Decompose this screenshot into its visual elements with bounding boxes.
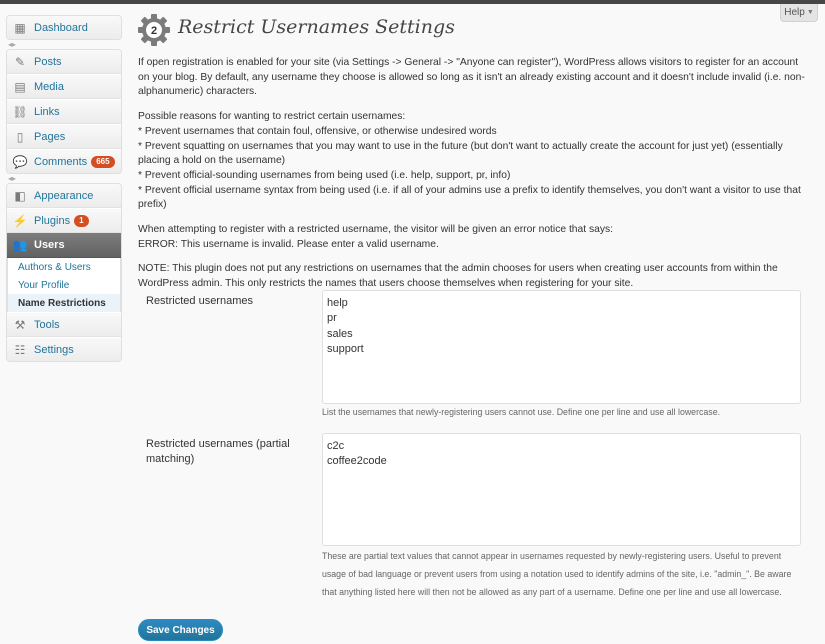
comments-count-badge: 665 xyxy=(91,155,115,168)
reason-item: * Prevent official-sounding usernames fr… xyxy=(138,169,511,181)
reason-item: * Prevent usernames that contain foul, o… xyxy=(138,125,497,137)
menu-label-links: Links xyxy=(34,105,60,118)
menu-label-comments: Comments xyxy=(34,155,88,168)
menu-label-appearance: Appearance xyxy=(34,189,94,202)
error-paragraph: When attempting to register with a restr… xyxy=(138,223,810,252)
menu-label-posts: Posts xyxy=(34,55,62,68)
error-intro: When attempting to register with a restr… xyxy=(138,224,614,236)
menu-item-media[interactable]: ▤ Media xyxy=(7,74,121,99)
settings-icon: ☷ xyxy=(14,342,26,357)
menu-item-links[interactable]: ⛓ Links xyxy=(7,99,121,124)
reason-item: * Prevent squatting on usernames that yo… xyxy=(138,140,783,167)
reasons-paragraph: Possible reasons for wanting to restrict… xyxy=(138,110,810,213)
menu-item-tools[interactable]: ⚒ Tools xyxy=(7,312,121,337)
menu-item-dashboard[interactable]: ▦ Dashboard xyxy=(7,16,121,39)
admin-menu: ▦ Dashboard ◂▸ ✎ Posts ▤ Media ⛓ Links ▯… xyxy=(6,15,122,362)
menu-separator: ◂▸ xyxy=(8,40,17,49)
menu-item-comments[interactable]: 💬 Comments 665 xyxy=(7,149,121,173)
help-tab[interactable]: Help ▼ xyxy=(780,4,818,22)
submenu-name-restrictions[interactable]: Name Restrictions xyxy=(8,294,120,312)
note-paragraph: NOTE: This plugin does not put any restr… xyxy=(138,263,778,290)
gear-number: 2 xyxy=(151,25,157,37)
plugins-count-badge: 1 xyxy=(74,214,89,227)
media-icon: ▤ xyxy=(14,79,26,94)
restricted-usernames-textarea[interactable]: help pr sales support xyxy=(322,290,801,404)
submenu-your-profile[interactable]: Your Profile xyxy=(8,276,120,294)
menu-label-media: Media xyxy=(34,80,64,93)
users-submenu: Authors & Users Your Profile Name Restri… xyxy=(7,258,121,312)
error-text: ERROR: This username is invalid. Please … xyxy=(138,238,439,250)
menu-item-pages[interactable]: ▯ Pages xyxy=(7,124,121,149)
textarea-line: help xyxy=(327,297,348,309)
partial-usernames-textarea[interactable]: c2c coffee2code xyxy=(322,433,801,546)
admin-top-bar xyxy=(0,0,825,4)
link-icon: ⛓ xyxy=(12,104,28,119)
menu-item-plugins[interactable]: ⚡ Plugins 1 xyxy=(7,208,121,233)
menu-separator: ◂▸ xyxy=(8,174,17,183)
menu-group-content: ✎ Posts ▤ Media ⛓ Links ▯ Pages 💬 Commen… xyxy=(6,49,122,174)
comment-icon: 💬 xyxy=(12,154,28,169)
menu-item-settings[interactable]: ☷ Settings xyxy=(7,337,121,361)
appearance-icon: ◧ xyxy=(14,188,26,203)
menu-item-posts[interactable]: ✎ Posts xyxy=(7,50,121,74)
help-label: Help xyxy=(784,7,805,18)
menu-label-tools: Tools xyxy=(34,318,60,331)
textarea-line: sales xyxy=(327,327,353,340)
pushpin-icon: ✎ xyxy=(14,54,26,69)
textarea-line: pr xyxy=(327,312,337,325)
restricted-usernames-label: Restricted usernames xyxy=(146,295,253,307)
reason-item: * Prevent official username syntax from … xyxy=(138,184,801,211)
menu-label-pages: Pages xyxy=(34,130,66,143)
save-changes-button[interactable]: Save Changes xyxy=(138,619,223,641)
restricted-usernames-description: List the usernames that newly-registerin… xyxy=(322,407,721,417)
menu-group-admin: ◧ Appearance ⚡ Plugins 1 👥 Users Authors… xyxy=(6,183,122,362)
textarea-line: coffee2code xyxy=(327,455,387,468)
dashboard-icon: ▦ xyxy=(14,20,26,35)
tools-icon: ⚒ xyxy=(14,317,26,332)
textarea-line: c2c xyxy=(327,440,345,452)
chevron-down-icon: ▼ xyxy=(806,9,814,16)
textarea-line: support xyxy=(327,342,364,355)
partial-usernames-description: These are partial text values that canno… xyxy=(322,551,792,597)
menu-item-appearance[interactable]: ◧ Appearance xyxy=(7,184,121,208)
menu-label-dashboard: Dashboard xyxy=(34,21,88,34)
menu-label-settings: Settings xyxy=(34,343,74,356)
menu-label-plugins: Plugins xyxy=(34,214,71,227)
description-block: If open registration is enabled for your… xyxy=(138,56,810,302)
reasons-title: Possible reasons for wanting to restrict… xyxy=(138,111,406,123)
submenu-authors-users[interactable]: Authors & Users xyxy=(8,258,120,276)
intro-paragraph: If open registration is enabled for your… xyxy=(138,57,805,98)
partial-usernames-label: Restricted usernames (partial matching) xyxy=(146,438,290,465)
gear-icon: 2 xyxy=(138,14,170,46)
menu-label-users: Users xyxy=(34,239,65,251)
menu-group-dashboard: ▦ Dashboard xyxy=(6,15,122,40)
page-title: Restrict Usernames Settings xyxy=(178,16,455,38)
pages-icon: ▯ xyxy=(16,129,24,144)
plugin-icon: ⚡ xyxy=(12,213,28,228)
menu-item-users[interactable]: 👥 Users xyxy=(7,233,121,258)
users-icon: 👥 xyxy=(12,238,28,252)
